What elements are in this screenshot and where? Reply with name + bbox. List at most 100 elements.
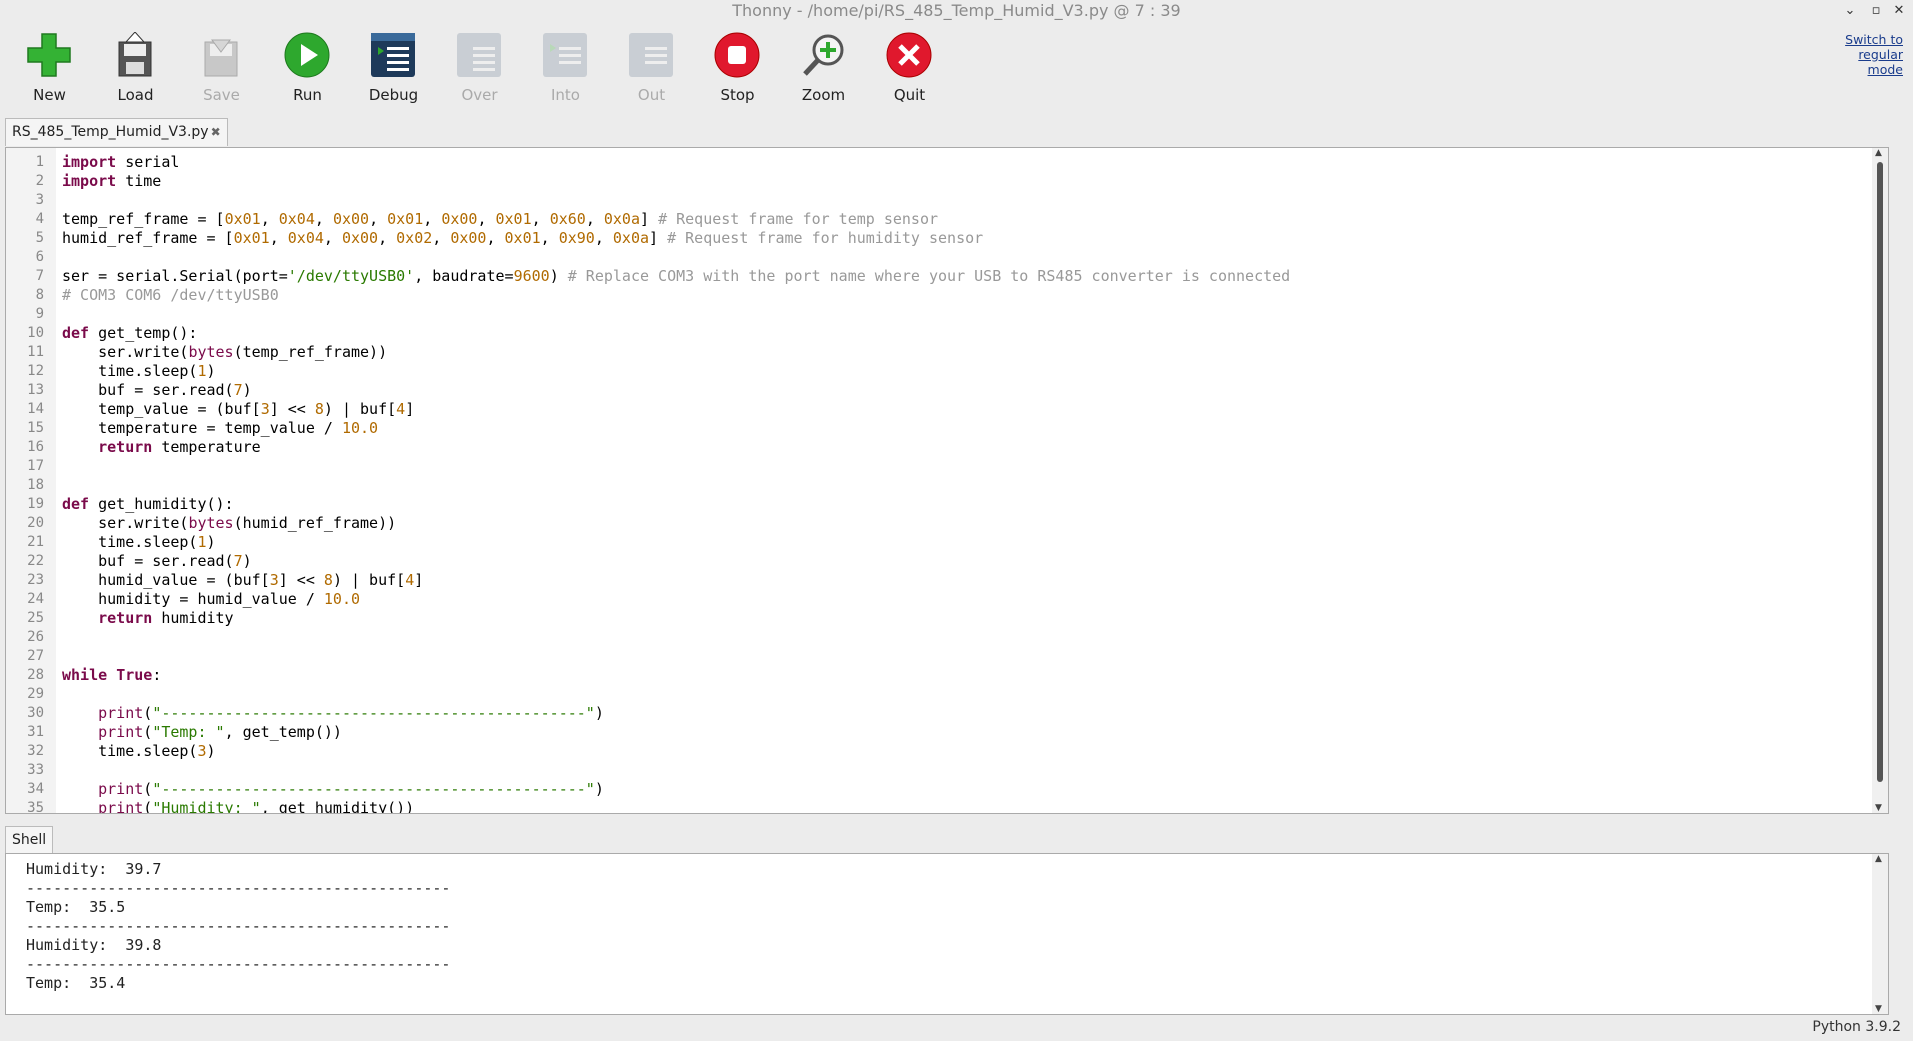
line-number: 7 xyxy=(35,268,44,284)
code-line[interactable]: 4 temp_ref_frame = [0x01, 0x04, 0x00, 0x0… xyxy=(6,210,1868,229)
scroll-up-icon[interactable]: ▲ xyxy=(1875,148,1882,158)
code-line[interactable]: 8 # COM3 COM6 /dev/ttyUSB0 xyxy=(6,286,1868,305)
line-source[interactable]: humid_ref_frame = [0x01, 0x04, 0x00, 0x0… xyxy=(62,229,983,248)
code-line[interactable]: 18 xyxy=(6,476,1868,495)
line-number: 25 xyxy=(27,610,44,626)
line-source[interactable]: return temperature xyxy=(62,438,261,457)
shell-panel[interactable]: Humidity: 39.7 --------------------------… xyxy=(5,853,1889,1015)
code-line[interactable]: 14 temp_value = (buf[3] << 8) | buf[4] xyxy=(6,400,1868,419)
code-line[interactable]: 11 ser.write(bytes(temp_ref_frame)) xyxy=(6,343,1868,362)
code-line[interactable]: 5 humid_ref_frame = [0x01, 0x04, 0x00, 0x… xyxy=(6,229,1868,248)
line-source[interactable]: humidity = humid_value / 10.0 xyxy=(62,590,360,609)
line-source[interactable]: print("---------------------------------… xyxy=(62,704,604,723)
code-line[interactable]: 35 print("Humidity: ", get_humidity()) xyxy=(6,799,1868,813)
code-line[interactable]: 33 xyxy=(6,761,1868,780)
code-line[interactable]: 26 xyxy=(6,628,1868,647)
line-source[interactable]: temp_ref_frame = [0x01, 0x04, 0x00, 0x01… xyxy=(62,210,938,229)
code-line[interactable]: 30 print("------------------------------… xyxy=(6,704,1868,723)
editor-scrollbar[interactable]: ▲ ▼ xyxy=(1872,148,1888,813)
load-button[interactable]: Load xyxy=(93,28,173,108)
zoom-button[interactable]: Zoom xyxy=(781,28,861,108)
run-button[interactable]: Run xyxy=(265,28,345,108)
code-line[interactable]: 20 ser.write(bytes(humid_ref_frame)) xyxy=(6,514,1868,533)
line-source[interactable]: return humidity xyxy=(62,609,233,628)
line-source[interactable]: import time xyxy=(62,172,161,191)
step-out-icon xyxy=(629,33,673,77)
code-line[interactable]: 9 xyxy=(6,305,1868,324)
editor-tab[interactable]: RS_485_Temp_Humid_V3.py ✖ xyxy=(5,118,228,146)
maximize-icon[interactable]: ▫ xyxy=(1866,0,1886,22)
line-source[interactable]: ser.write(bytes(temp_ref_frame)) xyxy=(62,343,387,362)
line-source[interactable]: buf = ser.read(7) xyxy=(62,381,252,400)
shell-scroll-up-icon[interactable]: ▲ xyxy=(1875,854,1882,864)
line-source[interactable]: temperature = temp_value / 10.0 xyxy=(62,419,378,438)
code-line[interactable]: 23 humid_value = (buf[3] << 8) | buf[4] xyxy=(6,571,1868,590)
shell-scrollbar[interactable]: ▲ ▼ xyxy=(1872,854,1888,1014)
code-line[interactable]: 25 return humidity xyxy=(6,609,1868,628)
code-area[interactable]: 1 import serial 2 import time 3 4 temp_ref_fra… xyxy=(6,153,1868,813)
line-source[interactable]: # COM3 COM6 /dev/ttyUSB0 xyxy=(62,286,279,305)
code-line[interactable]: 2 import time xyxy=(6,172,1868,191)
line-source[interactable]: time.sleep(3) xyxy=(62,742,215,761)
plus-icon xyxy=(27,33,71,77)
code-line[interactable]: 17 xyxy=(6,457,1868,476)
minimize-icon[interactable]: ⌄ xyxy=(1840,0,1860,22)
scroll-thumb[interactable] xyxy=(1877,162,1883,782)
line-source[interactable]: print("---------------------------------… xyxy=(62,780,604,799)
debug-button[interactable]: Debug xyxy=(351,28,431,108)
line-number: 8 xyxy=(35,287,44,303)
code-line[interactable]: 19 def get_humidity(): xyxy=(6,495,1868,514)
close-tab-icon[interactable]: ✖ xyxy=(211,125,221,139)
line-source[interactable]: ser.write(bytes(humid_ref_frame)) xyxy=(62,514,396,533)
line-source[interactable]: import serial xyxy=(62,153,179,172)
line-source[interactable]: temp_value = (buf[3] << 8) | buf[4] xyxy=(62,400,414,419)
code-line[interactable]: 16 return temperature xyxy=(6,438,1868,457)
shell-output-line: Humidity: 39.7 xyxy=(26,860,162,878)
quit-button[interactable]: Quit xyxy=(867,28,947,108)
code-line[interactable]: 13 buf = ser.read(7) xyxy=(6,381,1868,400)
stop-button[interactable]: Stop xyxy=(695,28,775,108)
shell-tab[interactable]: Shell xyxy=(5,826,54,854)
line-source[interactable]: def get_humidity(): xyxy=(62,495,234,514)
code-line[interactable]: 28 while True: xyxy=(6,666,1868,685)
line-source[interactable]: while True: xyxy=(62,666,161,685)
code-line[interactable]: 21 time.sleep(1) xyxy=(6,533,1868,552)
line-source[interactable]: humid_value = (buf[3] << 8) | buf[4] xyxy=(62,571,423,590)
line-source[interactable]: print("Humidity: ", get_humidity()) xyxy=(62,799,414,813)
code-line[interactable]: 6 xyxy=(6,248,1868,267)
step-out-button[interactable]: Out xyxy=(609,28,689,108)
scroll-down-icon[interactable]: ▼ xyxy=(1875,803,1882,813)
code-line[interactable]: 10 def get_temp(): xyxy=(6,324,1868,343)
code-line[interactable]: 12 time.sleep(1) xyxy=(6,362,1868,381)
line-source[interactable]: buf = ser.read(7) xyxy=(62,552,252,571)
code-line[interactable]: 15 temperature = temp_value / 10.0 xyxy=(6,419,1868,438)
code-line[interactable]: 7 ser = serial.Serial(port='/dev/ttyUSB0'… xyxy=(6,267,1868,286)
switch-mode-link[interactable]: Switch to regular mode xyxy=(1823,32,1903,77)
step-out-label: Out xyxy=(637,86,666,104)
code-line[interactable]: 1 import serial xyxy=(6,153,1868,172)
line-source[interactable]: def get_temp(): xyxy=(62,324,197,343)
line-source[interactable]: time.sleep(1) xyxy=(62,533,215,552)
line-number: 29 xyxy=(27,686,44,702)
code-line[interactable]: 31 print("Temp: ", get_temp()) xyxy=(6,723,1868,742)
code-line[interactable]: 24 humidity = humid_value / 10.0 xyxy=(6,590,1868,609)
step-over-button[interactable]: Over xyxy=(437,28,517,108)
save-label: Save xyxy=(203,86,240,104)
save-button[interactable]: Save xyxy=(179,28,259,108)
close-window-icon[interactable]: ✕ xyxy=(1889,0,1909,22)
line-source[interactable]: time.sleep(1) xyxy=(62,362,215,381)
line-source[interactable]: ser = serial.Serial(port='/dev/ttyUSB0',… xyxy=(62,267,1290,286)
code-line[interactable]: 29 xyxy=(6,685,1868,704)
code-line[interactable]: 27 xyxy=(6,647,1868,666)
code-line[interactable]: 22 buf = ser.read(7) xyxy=(6,552,1868,571)
toolbar: New Load Save Run Debug Over Into Out St… xyxy=(0,28,1000,108)
code-line[interactable]: 3 xyxy=(6,191,1868,210)
line-source[interactable]: print("Temp: ", get_temp()) xyxy=(62,723,342,742)
new-button[interactable]: New xyxy=(7,28,87,108)
step-into-button[interactable]: Into xyxy=(523,28,603,108)
line-number: 32 xyxy=(27,743,44,759)
code-editor[interactable]: 1 import serial 2 import time 3 4 temp_ref_fra… xyxy=(5,147,1889,814)
code-line[interactable]: 32 time.sleep(3) xyxy=(6,742,1868,761)
code-line[interactable]: 34 print("------------------------------… xyxy=(6,780,1868,799)
shell-scroll-down-icon[interactable]: ▼ xyxy=(1875,1004,1882,1014)
